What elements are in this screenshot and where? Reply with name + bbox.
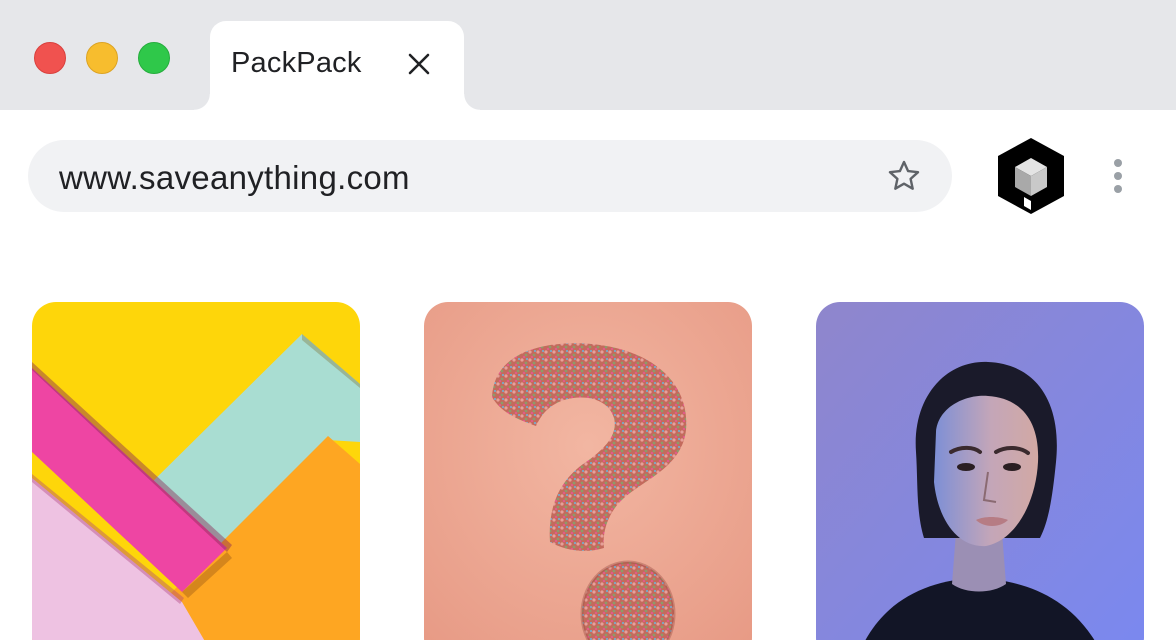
tab-title: PackPack (231, 47, 362, 79)
more-vert-icon[interactable] (1108, 158, 1128, 196)
url-text[interactable]: www.saveanything.com (59, 159, 410, 197)
star-icon[interactable] (886, 158, 922, 194)
gallery-card-question-mark[interactable] (424, 302, 752, 640)
question-mark-image (424, 302, 752, 640)
close-icon[interactable] (406, 51, 432, 77)
geometric-shapes-image (32, 302, 360, 640)
browser-tab[interactable]: PackPack (194, 21, 480, 110)
gallery-card-portrait[interactable] (816, 302, 1144, 640)
address-bar[interactable]: www.saveanything.com (28, 140, 952, 212)
window-close-button[interactable] (34, 42, 66, 74)
gallery-card-geometric[interactable] (32, 302, 360, 640)
portrait-image (816, 302, 1144, 640)
window-maximize-button[interactable] (138, 42, 170, 74)
packpack-logo-icon[interactable] (994, 136, 1068, 216)
window-minimize-button[interactable] (86, 42, 118, 74)
window-titlebar: PackPack (0, 0, 1176, 110)
